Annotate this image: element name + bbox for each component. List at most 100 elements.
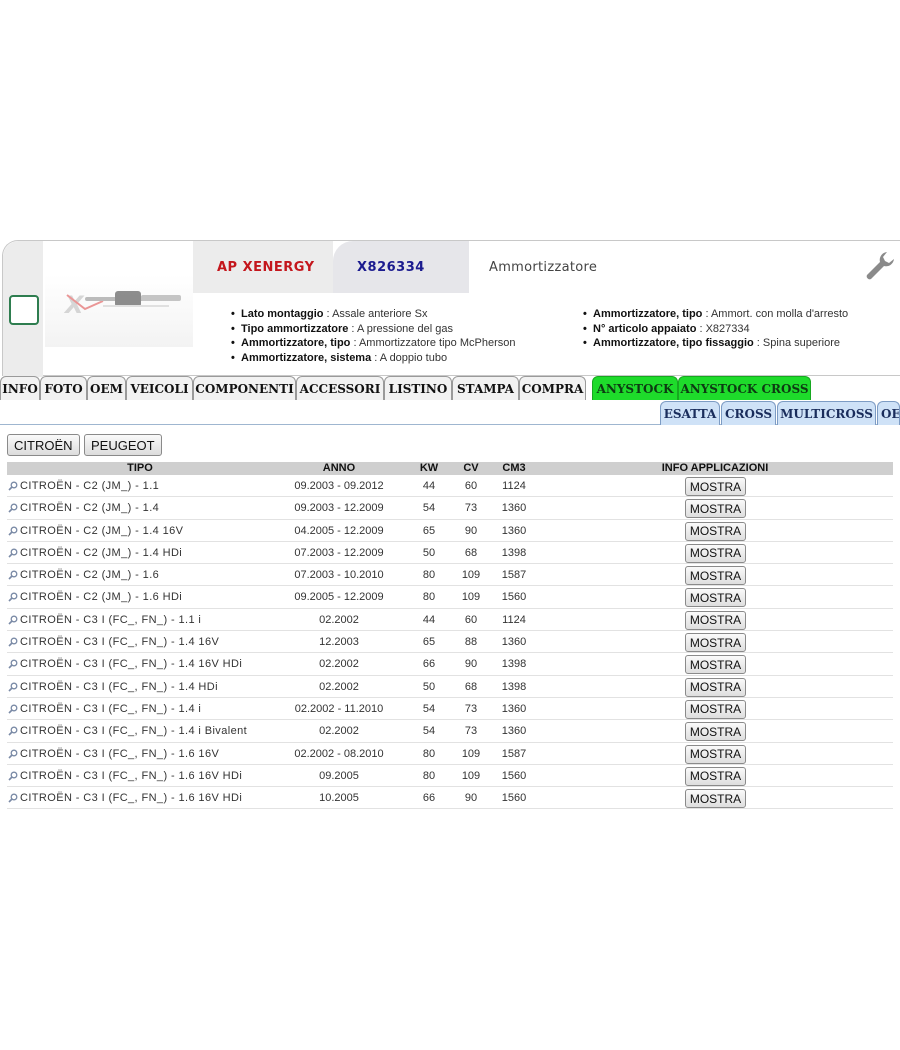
brand-button-citroen[interactable]: CITROËN xyxy=(7,434,80,456)
spec-item: Ammortizzatore, tipo : Ammort. con molla… xyxy=(583,307,848,322)
cell-kw: 54 xyxy=(422,725,436,738)
cell-cm3: 1124 xyxy=(502,480,526,492)
cell-tipo: CITROËN - C3 I (FC_, FN_) - 1.1 i xyxy=(20,613,202,626)
table-row: CITROËN - C3 I (FC_, FN_) - 1.4 i 02.2002… xyxy=(7,698,893,721)
table-header: TIPO ANNO KW CV CM3 INFO APPLICAZIONI xyxy=(7,462,893,475)
spec-item: N° articolo appaiato : X827334 xyxy=(583,322,848,337)
tab-compra[interactable]: COMPRA xyxy=(519,376,586,400)
mostra-button[interactable]: MOSTRA xyxy=(685,610,746,630)
cell-kw: 54 xyxy=(422,702,436,715)
spec-list-right: Ammortizzatore, tipo : Ammort. con molla… xyxy=(583,307,848,351)
tab-stampa[interactable]: STAMPA xyxy=(452,376,519,400)
mostra-button[interactable]: MOSTRA xyxy=(685,677,746,697)
cell-cv: 109 xyxy=(461,769,481,782)
cell-cv: 68 xyxy=(464,546,478,559)
table-row: CITROËN - C2 (JM_) - 1.4 09.2003 - 12.200… xyxy=(7,497,893,520)
table-body: CITROËN - C2 (JM_) - 1.1 09.2003 - 09.201… xyxy=(7,475,893,810)
mostra-button[interactable]: MOSTRA xyxy=(685,477,746,496)
cell-anno: 02.2002 - 08.2010 xyxy=(294,747,384,760)
tab-info[interactable]: INFO xyxy=(0,376,40,400)
magnifier-icon[interactable] xyxy=(8,771,18,781)
cell-cm3: 1398 xyxy=(501,680,527,693)
magnifier-icon[interactable] xyxy=(8,726,18,736)
mostra-button[interactable]: MOSTRA xyxy=(685,766,746,786)
cell-kw: 80 xyxy=(422,747,436,760)
cell-kw: 50 xyxy=(422,546,436,559)
svg-text:X: X xyxy=(63,291,85,319)
mostra-button[interactable]: MOSTRA xyxy=(685,699,746,719)
magnifier-icon[interactable] xyxy=(8,503,18,513)
mostra-button[interactable]: MOSTRA xyxy=(685,566,746,586)
header-cv: CV xyxy=(463,462,479,474)
cell-cv: 73 xyxy=(464,702,478,715)
mostra-button[interactable]: MOSTRA xyxy=(685,633,746,653)
magnifier-icon[interactable] xyxy=(8,704,18,714)
mostra-button[interactable]: MOSTRA xyxy=(685,655,746,675)
magnifier-icon[interactable] xyxy=(8,659,18,669)
magnifier-icon[interactable] xyxy=(8,682,18,692)
subtab-esatta[interactable]: ESATTA xyxy=(660,401,720,425)
spec-list-left: Lato montaggio : Assale anteriore Sx Tip… xyxy=(231,307,515,365)
cell-kw: 44 xyxy=(422,613,436,626)
magnifier-icon[interactable] xyxy=(8,570,18,580)
product-image: X xyxy=(45,275,193,347)
magnifier-icon[interactable] xyxy=(8,615,18,625)
cell-cm3: 1360 xyxy=(501,524,527,537)
table-row: CITROËN - C3 I (FC_, FN_) - 1.4 HDi 02.20… xyxy=(7,676,893,698)
magnifier-icon[interactable] xyxy=(8,592,18,603)
tab-anystock-cross[interactable]: ANYSTOCK CROSS xyxy=(678,376,811,400)
tab-oem[interactable]: OEM xyxy=(87,376,126,400)
tab-foto[interactable]: FOTO xyxy=(40,376,87,400)
cell-anno: 09.2005 - 12.2009 xyxy=(294,591,384,604)
tab-veicoli[interactable]: VEICOLI xyxy=(126,376,193,400)
wrench-icon[interactable] xyxy=(863,249,897,283)
magnifier-icon[interactable] xyxy=(8,749,18,759)
select-checkbox[interactable] xyxy=(9,295,39,325)
subtab-cross[interactable]: CROSS xyxy=(721,401,776,425)
header-tipo: TIPO xyxy=(127,462,153,474)
cell-cm3: 1398 xyxy=(501,546,527,559)
header-cm3: CM3 xyxy=(502,462,526,474)
cell-anno: 02.2002 - 11.2010 xyxy=(294,702,384,715)
magnifier-icon[interactable] xyxy=(8,548,18,558)
cell-cv: 109 xyxy=(461,747,481,760)
cell-kw: 66 xyxy=(422,792,436,805)
brand-button-peugeot[interactable]: PEUGEOT xyxy=(84,434,162,456)
magnifier-icon[interactable] xyxy=(8,637,18,647)
mostra-button[interactable]: MOSTRA xyxy=(685,588,746,608)
table-row: CITROËN - C2 (JM_) - 1.4 HDi 07.2003 - 12… xyxy=(7,542,893,565)
applications-table: TIPO ANNO KW CV CM3 INFO APPLICAZIONI CI… xyxy=(7,462,893,810)
subtab-oe[interactable]: OE xyxy=(877,401,900,425)
subtab-multicross[interactable]: MULTICROSS xyxy=(777,401,876,425)
cell-cm3: 1560 xyxy=(501,769,527,782)
mostra-button[interactable]: MOSTRA xyxy=(685,789,746,809)
cell-cv: 73 xyxy=(464,725,478,738)
mostra-button[interactable]: MOSTRA xyxy=(685,744,746,764)
spec-item: Lato montaggio : Assale anteriore Sx xyxy=(231,307,515,322)
magnifier-icon[interactable] xyxy=(8,793,18,803)
product-code[interactable]: X826334 xyxy=(333,241,469,293)
product-header: AP XENERGY X826334 Ammortizzatore xyxy=(193,241,900,293)
cell-cv: 90 xyxy=(464,524,478,537)
mostra-button[interactable]: MOSTRA xyxy=(685,521,746,541)
cell-cv: 109 xyxy=(461,591,481,604)
mostra-button[interactable]: MOSTRA xyxy=(685,499,746,519)
product-description: Ammortizzatore xyxy=(469,241,900,293)
table-row: CITROËN - C2 (JM_) - 1.1 09.2003 - 09.201… xyxy=(7,475,893,498)
cell-cv: 60 xyxy=(464,613,478,626)
header-kw: KW xyxy=(419,462,439,474)
magnifier-icon[interactable] xyxy=(8,526,18,536)
cell-cm3: 1124 xyxy=(502,613,526,626)
mostra-button[interactable]: MOSTRA xyxy=(685,722,746,742)
tab-componenti[interactable]: COMPONENTI xyxy=(193,376,296,400)
tab-accessori[interactable]: ACCESSORI xyxy=(296,376,384,400)
cell-cv: 88 xyxy=(464,636,478,649)
magnifier-icon[interactable] xyxy=(8,481,18,491)
tab-anystock[interactable]: ANYSTOCK xyxy=(592,376,678,400)
sub-tabs: ESATTA CROSS MULTICROSS OE xyxy=(0,400,900,425)
mostra-button[interactable]: MOSTRA xyxy=(685,543,746,563)
tab-listino[interactable]: LISTINO xyxy=(384,376,452,400)
table-row: CITROËN - C3 I (FC_, FN_) - 1.6 16V 02.20… xyxy=(7,743,893,765)
spec-item: Tipo ammortizzatore : A pressione del ga… xyxy=(231,322,515,337)
cell-tipo: CITROËN - C2 (JM_) - 1.6 HDi xyxy=(20,591,183,604)
